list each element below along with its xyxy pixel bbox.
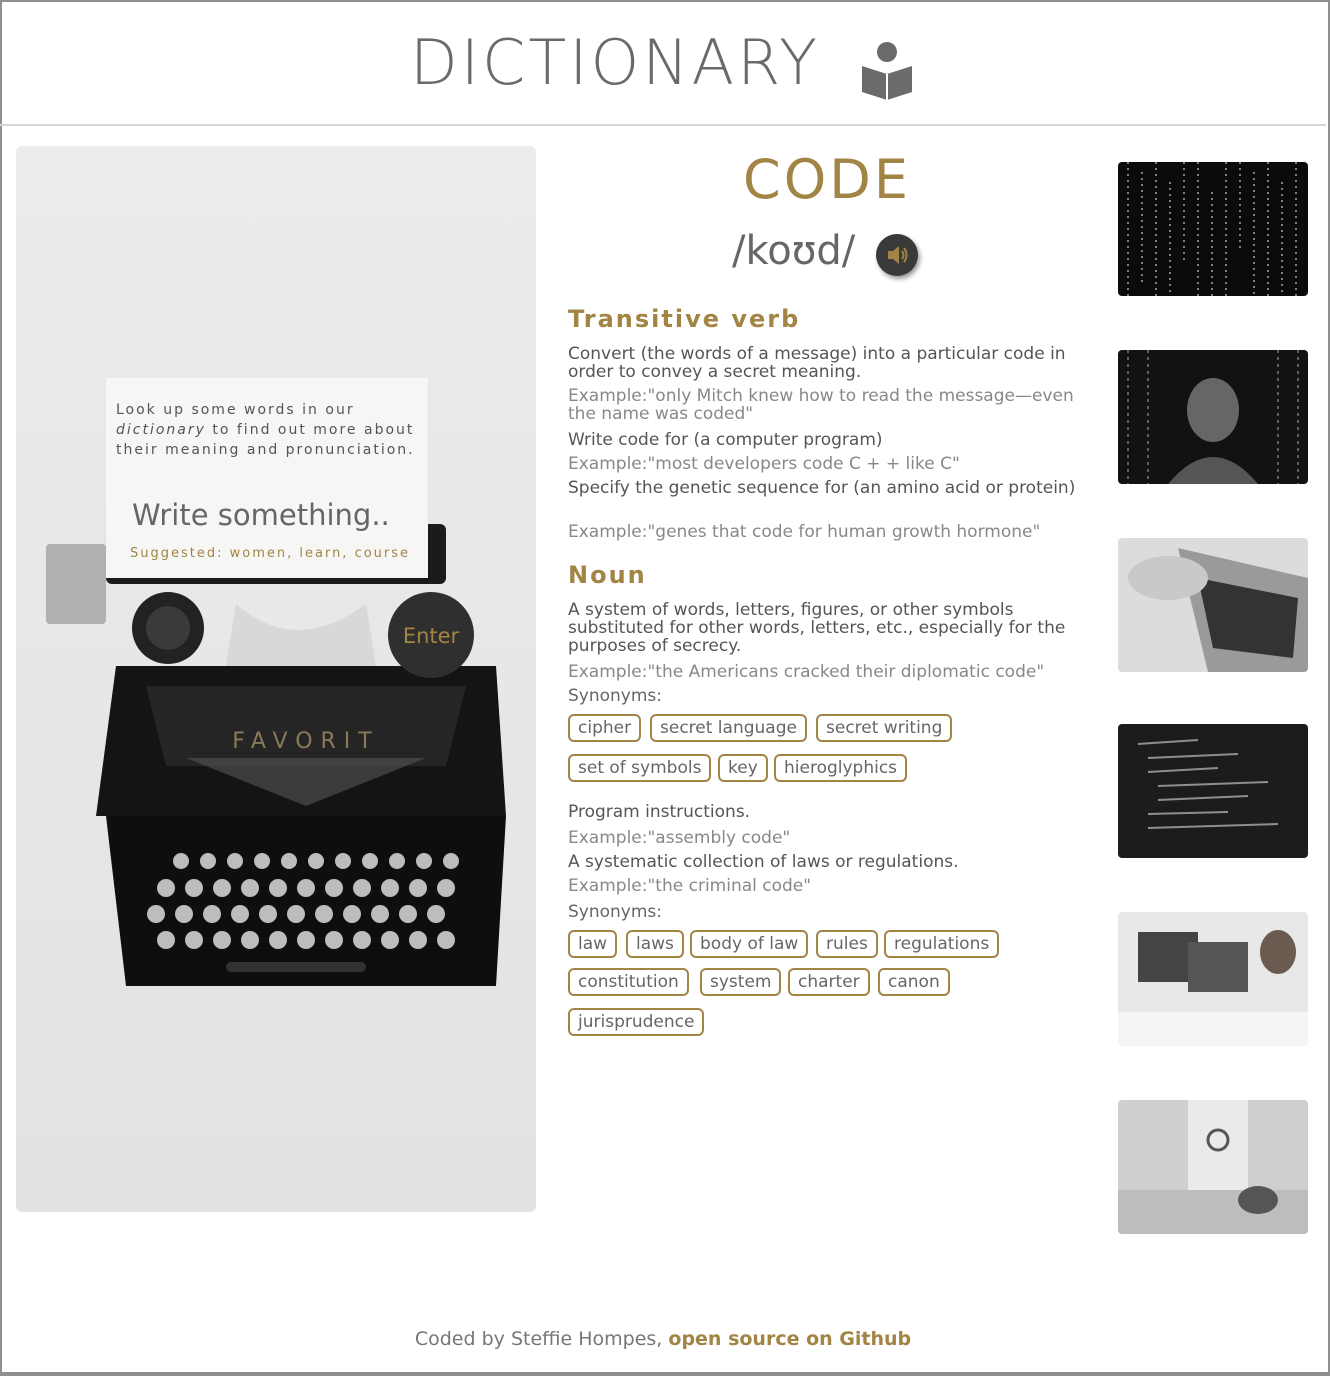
- suggested-words: Suggested: women, learn, course: [130, 546, 411, 561]
- search-input[interactable]: [130, 492, 424, 538]
- reader-book-icon: [862, 42, 912, 100]
- code-screen-graphic: [1137, 739, 1279, 829]
- definition: Specify the genetic sequence for (an ami…: [568, 478, 1076, 498]
- code-screen-image: [1118, 724, 1308, 858]
- synonym-chip[interactable]: regulations: [884, 930, 1000, 958]
- synonym-chip[interactable]: hieroglyphics: [774, 754, 908, 782]
- synonyms-label: Synonyms:: [568, 902, 663, 922]
- pos-noun: Noun: [568, 561, 647, 589]
- app-title: DICTIONARY: [410, 26, 821, 99]
- intro-text: Look up some words in our dictionary to …: [116, 400, 446, 460]
- search-panel: FAVORIT Look up some words in our dictio…: [16, 146, 536, 1212]
- matrix-code-graphic: [1127, 162, 1297, 296]
- synonym-chip[interactable]: charter: [788, 968, 870, 996]
- living-room-image: [1118, 1100, 1308, 1234]
- typewriter-illustration: FAVORIT: [46, 524, 506, 986]
- audio-button[interactable]: [876, 234, 918, 276]
- footer: Coded by Steffie Hompes, open source on …: [0, 1328, 1326, 1350]
- intro-line-1: Look up some words in our: [116, 402, 355, 418]
- speaker-icon: [888, 246, 908, 264]
- laptop-graphic: [1128, 548, 1308, 672]
- example: Example:"genes that code for human growt…: [568, 522, 1041, 542]
- example: Example:"assembly code": [568, 828, 791, 848]
- intro-dictionary: dictionary: [116, 422, 206, 438]
- typewriter-brand: FAVORIT: [232, 729, 379, 754]
- office-desk-image: [1118, 912, 1308, 1046]
- synonym-chip[interactable]: cipher: [568, 714, 642, 742]
- woman-code-projection-image: [1118, 350, 1308, 484]
- definition: Write code for (a computer program): [568, 430, 883, 450]
- definition: A system of words, letters, figures, or …: [568, 600, 1066, 656]
- enter-button[interactable]: Enter: [388, 592, 474, 678]
- living-room-graphic: [1118, 1100, 1308, 1234]
- synonym-chip[interactable]: canon: [878, 968, 950, 996]
- footer-text: Coded by Steffie Hompes,: [414, 1328, 669, 1350]
- synonym-chip[interactable]: key: [718, 754, 768, 782]
- matrix-code-image: [1118, 162, 1308, 296]
- synonym-chip[interactable]: secret writing: [816, 714, 953, 742]
- synonyms-label: Synonyms:: [568, 686, 663, 706]
- definition: Convert (the words of a message) into a …: [568, 344, 1066, 382]
- definition: Program instructions.: [568, 802, 751, 822]
- intro-line-2: to find out more about: [205, 422, 415, 438]
- synonym-chip[interactable]: set of symbols: [568, 754, 712, 782]
- synonym-chip[interactable]: body of law: [690, 930, 809, 958]
- synonym-chip[interactable]: law: [568, 930, 618, 958]
- laptop-typing-image: [1118, 538, 1308, 672]
- synonym-chip[interactable]: rules: [816, 930, 878, 958]
- phonetic: /koʊd/: [732, 228, 856, 274]
- intro-line-3: their meaning and pronunciation.: [116, 442, 415, 458]
- synonym-chip[interactable]: laws: [626, 930, 684, 958]
- github-link[interactable]: open source on Github: [668, 1328, 911, 1350]
- synonym-chip[interactable]: jurisprudence: [568, 1008, 705, 1036]
- office-graphic: [1118, 930, 1308, 1046]
- pos-transitive-verb: Transitive verb: [568, 305, 801, 333]
- woman-code-graphic: [1127, 350, 1299, 484]
- example: Example:"the criminal code": [568, 876, 812, 896]
- synonym-chip[interactable]: secret language: [650, 714, 807, 742]
- example: Example:"only Mitch knew how to read the…: [568, 386, 1074, 424]
- definition: A systematic collection of laws or regul…: [568, 852, 959, 872]
- header: DICTIONARY: [0, 0, 1326, 126]
- synonym-chip[interactable]: system: [700, 968, 782, 996]
- entry-word: CODE: [743, 148, 911, 211]
- example: Example:"the Americans cracked their dip…: [568, 662, 1045, 682]
- example: Example:"most developers code C + + like…: [568, 454, 960, 474]
- synonym-chip[interactable]: constitution: [568, 968, 689, 996]
